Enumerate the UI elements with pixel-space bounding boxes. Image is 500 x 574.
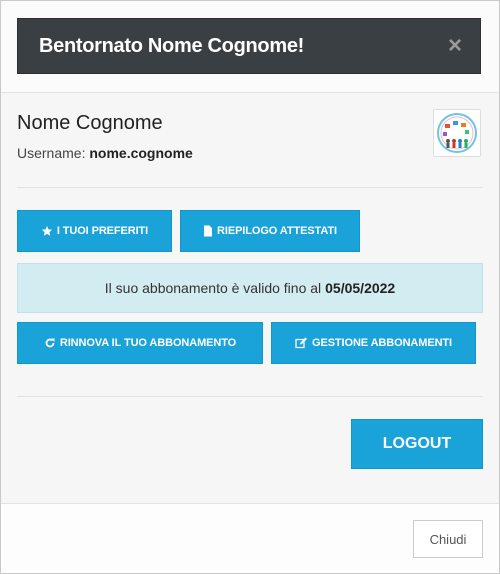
modal-footer: Chiudi [1, 503, 499, 573]
avatar-logo-icon [437, 113, 477, 153]
avatar [433, 109, 481, 157]
gestione-label: GESTIONE ABBONAMENTI [312, 337, 452, 349]
section-divider [17, 396, 483, 397]
preferiti-button[interactable]: I TUOI PREFERITI [17, 210, 172, 252]
welcome-modal: Bentornato Nome Cognome! × Nome Cognome … [0, 0, 500, 574]
preferiti-label: I TUOI PREFERITI [56, 225, 149, 237]
gestione-abbonamenti-button[interactable]: GESTIONE ABBONAMENTI [271, 322, 476, 364]
username-line: Username: nome.cognome [17, 145, 193, 161]
subscription-text: Il suo abbonamento è valido fino al [104, 280, 322, 296]
modal-body: Nome Cognome Username: nome.cognome I TU… [1, 93, 499, 503]
star-icon [41, 226, 52, 236]
username-label: Username: [17, 145, 86, 161]
logout-button[interactable]: LOGOUT [351, 419, 483, 469]
rinnova-label: RINNOVA IL TUO ABBONAMENTO [59, 337, 237, 349]
edit-icon [295, 337, 307, 349]
file-icon [204, 225, 213, 237]
subscription-date: 05/05/2022 [325, 280, 396, 296]
rinnova-abbonamento-button[interactable]: RINNOVA IL TUO ABBONAMENTO [17, 322, 263, 364]
refresh-icon [45, 338, 55, 348]
section-divider [17, 187, 483, 188]
user-full-name: Nome Cognome [17, 112, 163, 134]
close-icon[interactable]: × [448, 32, 462, 60]
subscription-info: Il suo abbonamento è valido fino al 05/0… [17, 263, 483, 313]
chiudi-button[interactable]: Chiudi [413, 520, 483, 558]
riepilogo-label: RIEPILOGO ATTESTATI [217, 225, 337, 237]
modal-header-area: Bentornato Nome Cognome! × [1, 1, 499, 92]
modal-title: Bentornato Nome Cognome! [39, 35, 305, 57]
riepilogo-attestati-button[interactable]: RIEPILOGO ATTESTATI [180, 210, 360, 252]
username-value: nome.cognome [89, 145, 193, 161]
modal-header: Bentornato Nome Cognome! × [17, 18, 481, 74]
